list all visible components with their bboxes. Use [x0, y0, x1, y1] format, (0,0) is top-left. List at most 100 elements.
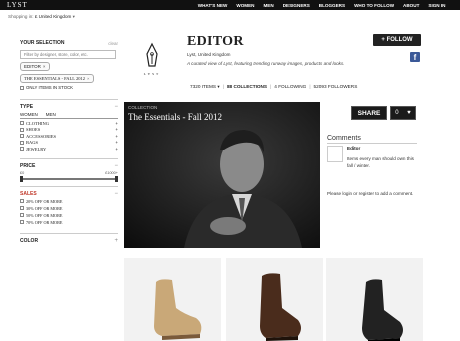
avatar[interactable] — [327, 146, 343, 162]
selection-tag-collection[interactable]: THE ESSENTIALS - FALL 2012 × — [20, 74, 94, 83]
remove-tag-icon[interactable]: × — [43, 64, 46, 69]
divider — [20, 232, 118, 234]
sales-title: SALES — [20, 190, 37, 197]
shipping-label: Shopping in: — [8, 14, 34, 19]
slider-handle-min[interactable] — [20, 175, 23, 182]
color-header[interactable]: COLOR + — [20, 238, 118, 244]
category-label: CLOTHING — [26, 120, 49, 126]
site-logo[interactable]: LYST — [7, 1, 28, 9]
collapse-icon[interactable]: − — [114, 104, 118, 110]
checkbox[interactable] — [20, 134, 24, 138]
checkbox[interactable] — [20, 213, 24, 217]
follow-button[interactable]: + FOLLOW — [373, 34, 421, 46]
comment-author[interactable]: Editor — [347, 146, 360, 151]
comments-title: Comments — [327, 135, 361, 142]
sale-label: 20% OFF OR MORE — [26, 198, 63, 204]
sale-option-50[interactable]: 50% OFF OR MORE — [20, 213, 118, 218]
sale-option-30[interactable]: 30% OFF OR MORE — [20, 206, 118, 211]
slider-handle-max[interactable] — [115, 175, 118, 182]
collapse-icon[interactable]: − — [114, 191, 118, 197]
remove-tag-icon[interactable]: × — [87, 76, 90, 81]
expand-plus-icon[interactable]: + — [115, 140, 118, 145]
checkbox[interactable] — [20, 220, 24, 224]
profile-location: Lyst, United Kingdom — [187, 52, 231, 57]
nav-whats-new[interactable]: WHAT'S NEW — [193, 0, 232, 10]
price-header[interactable]: PRICE − — [20, 163, 118, 169]
type-header[interactable]: TYPE − — [20, 104, 118, 110]
checkbox[interactable] — [20, 206, 24, 210]
followers-count[interactable]: 52093 FOLLOWERS — [311, 84, 361, 90]
like-count: 0 — [395, 110, 399, 116]
facebook-icon[interactable]: f — [410, 52, 420, 62]
divider — [20, 99, 118, 100]
checkbox[interactable] — [20, 140, 24, 145]
shipping-location[interactable]: Shopping in: £ United Kingdom ▾ — [8, 14, 75, 20]
collapse-icon[interactable]: − — [114, 163, 118, 169]
nav-women[interactable]: WOMEN — [232, 0, 259, 10]
nav-who-to-follow[interactable]: WHO TO FOLLOW — [350, 0, 399, 10]
like-button[interactable]: 0 ♥ — [390, 106, 416, 120]
category-accessories[interactable]: ACCESSORIES + — [20, 134, 118, 139]
slider-track — [22, 177, 116, 180]
profile-stats-bar: 7320 ITEMS ▾ | 88 COLLECTIONS | 4 FOLLOW… — [187, 84, 360, 90]
chevron-down-icon: ▾ — [217, 84, 220, 89]
nav-sign-in[interactable]: SIGN IN — [424, 0, 450, 10]
category-shoes[interactable]: SHOES + — [20, 127, 118, 132]
price-slider[interactable] — [20, 175, 118, 182]
collection-title: The Essentials - Fall 2012 — [128, 112, 222, 122]
product-card[interactable] — [124, 258, 221, 341]
tab-men[interactable]: MEN — [46, 112, 56, 117]
checkbox[interactable] — [20, 199, 24, 203]
category-label: ACCESSORIES — [26, 133, 57, 139]
profile-logo-label: LYST — [143, 72, 161, 76]
product-image-boot-tan — [154, 279, 202, 340]
sale-label: 30% OFF OR MORE — [26, 205, 63, 211]
sale-label: 70% OFF OR MORE — [26, 219, 63, 225]
following-count[interactable]: 4 FOLLOWING — [271, 84, 309, 90]
product-image-boot-black — [362, 279, 403, 341]
sale-label: 50% OFF OR MORE — [26, 212, 63, 218]
expand-plus-icon[interactable]: + — [114, 238, 118, 244]
only-in-stock-option[interactable]: ONLY ITEMS IN STOCK — [20, 85, 118, 90]
expand-plus-icon[interactable]: + — [115, 121, 118, 126]
tab-women[interactable]: WOMEN — [20, 112, 38, 117]
shipping-country[interactable]: £ United Kingdom — [35, 14, 72, 19]
price-min: £0 — [20, 170, 25, 175]
expand-plus-icon[interactable]: + — [115, 147, 118, 152]
heart-icon: ♥ — [407, 110, 411, 116]
share-button[interactable]: SHARE — [351, 106, 387, 120]
type-title: TYPE — [20, 104, 34, 110]
checkbox[interactable] — [20, 127, 24, 132]
sale-option-20[interactable]: 20% OFF OR MORE — [20, 199, 118, 204]
only-in-stock-checkbox[interactable] — [20, 85, 24, 90]
category-jewelry[interactable]: JEWELRY + — [20, 147, 118, 152]
sales-header[interactable]: SALES − — [20, 191, 118, 197]
collections-count[interactable]: 88 COLLECTIONS — [224, 84, 270, 90]
expand-plus-icon[interactable]: + — [115, 127, 118, 132]
login-prompt[interactable]: Please login or register to add a commen… — [327, 190, 419, 197]
checkbox[interactable] — [20, 147, 24, 151]
price-max: £1000+ — [105, 170, 118, 175]
product-card[interactable] — [226, 258, 323, 341]
nav-designers[interactable]: DESIGNERS — [278, 0, 314, 10]
nav-about[interactable]: ABOUT — [399, 0, 424, 10]
category-clothing[interactable]: CLOTHING + — [20, 121, 118, 126]
filter-sidebar: YOUR SELECTION clear EDITOR× THE ESSENTI… — [20, 40, 118, 244]
selection-tag-editor[interactable]: EDITOR × — [20, 62, 50, 71]
items-count[interactable]: 7320 ITEMS ▾ — [187, 84, 223, 90]
checkbox[interactable] — [20, 121, 24, 125]
expand-plus-icon[interactable]: + — [115, 134, 118, 139]
sale-option-70[interactable]: 70% OFF OR MORE — [20, 220, 118, 225]
nav-men[interactable]: MEN — [259, 0, 278, 10]
category-label: BAGS — [26, 140, 39, 145]
category-label: SHOES — [26, 127, 41, 132]
only-in-stock-label: ONLY ITEMS IN STOCK — [26, 85, 74, 90]
clear-selection-link[interactable]: clear — [108, 41, 118, 46]
collection-hero-image[interactable] — [124, 102, 320, 248]
product-card[interactable] — [326, 258, 423, 341]
chevron-down-icon: ▾ — [72, 14, 75, 19]
filter-input[interactable] — [20, 50, 116, 59]
nav-bloggers[interactable]: BLOGGERS — [314, 0, 349, 10]
tag-label: THE ESSENTIALS - FALL 2012 — [24, 76, 85, 81]
category-bags[interactable]: BAGS + — [20, 140, 118, 145]
